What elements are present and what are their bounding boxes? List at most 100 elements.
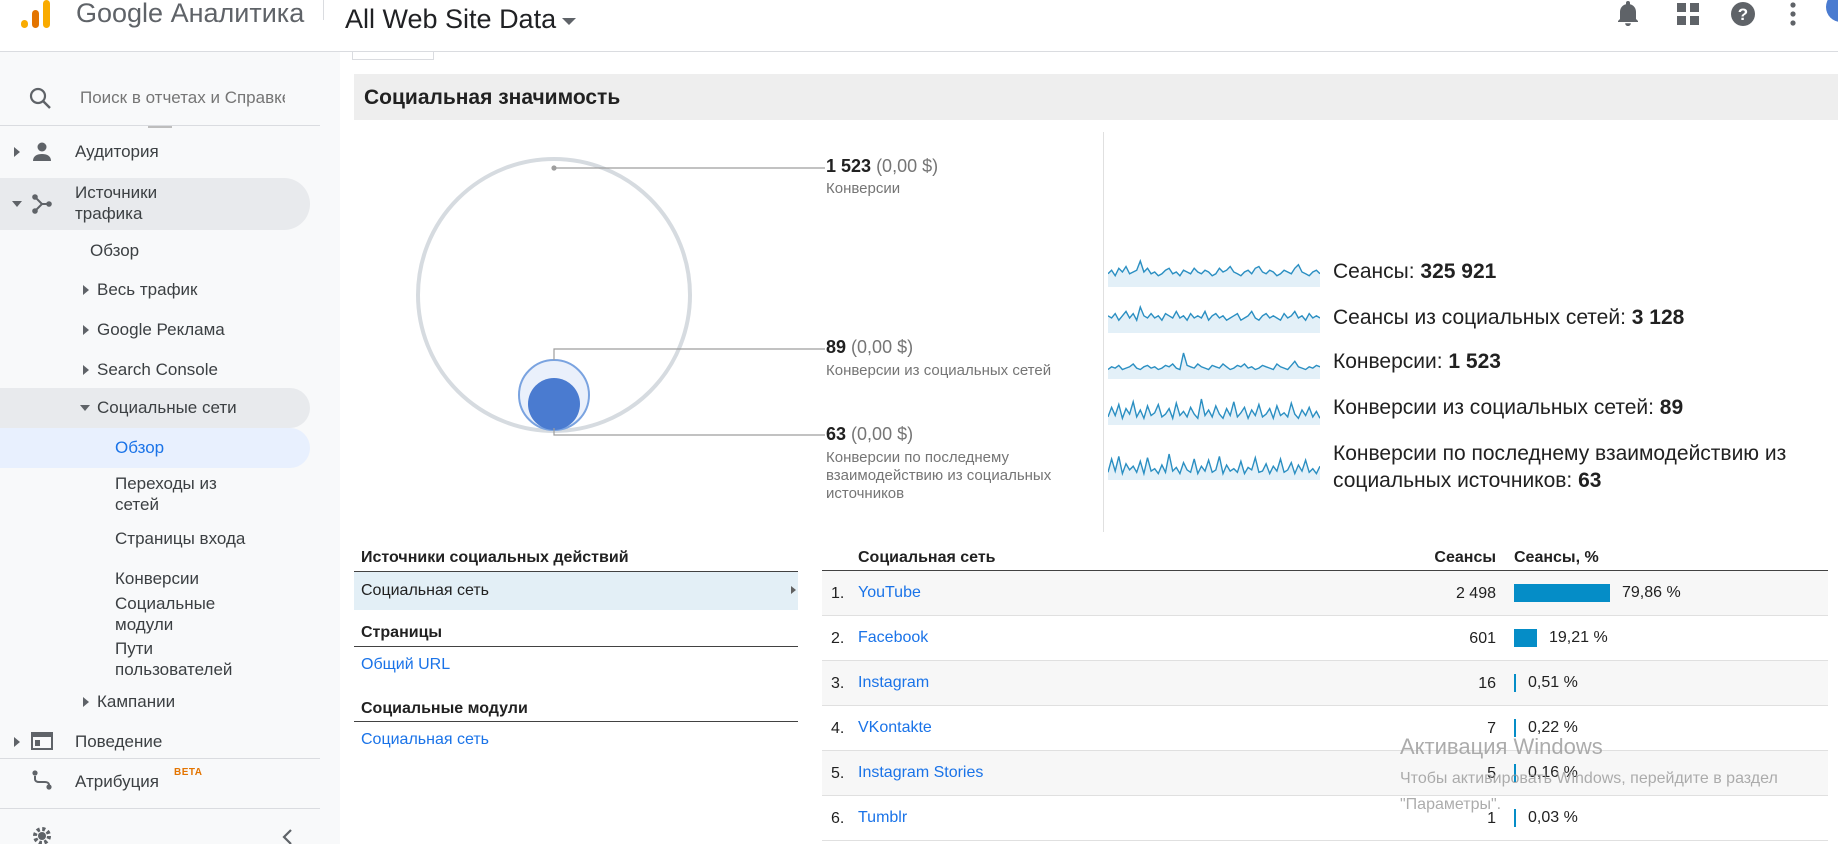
chevron-right-icon — [83, 325, 89, 335]
row-network-link[interactable]: Instagram Stories — [858, 764, 983, 782]
row-index: 3. — [831, 675, 845, 692]
row-share-bar — [1514, 584, 1610, 602]
account-name: All Web Site Data — [345, 4, 557, 34]
nav-behavior[interactable]: Поведение — [0, 727, 310, 757]
section-title-bar: Социальная значимость — [354, 74, 1838, 120]
chevron-right-icon — [791, 586, 796, 594]
gear-icon[interactable] — [30, 824, 54, 844]
last-conversions-label: Конверсии по последнему взаимодействию и… — [826, 449, 1052, 502]
nav-behavior-label: Поведение — [75, 732, 163, 751]
search-input[interactable] — [80, 84, 285, 112]
nav-audience[interactable]: Аудитория — [0, 136, 310, 168]
nav-audience-label: Аудитория — [75, 142, 159, 161]
nav-social[interactable]: Социальные сети — [0, 388, 310, 428]
nav-social-overview-label: Обзор — [115, 438, 165, 457]
nav-user-flow[interactable]: Пути пользователей — [0, 637, 310, 683]
nav-all-traffic[interactable]: Весь трафик — [0, 275, 310, 305]
report-plugins-network[interactable]: Социальная сеть — [361, 731, 489, 749]
avatar[interactable] — [1826, 0, 1838, 22]
plugins-heading: Социальные модули — [361, 700, 528, 717]
row-sessions: 2 498 — [1455, 585, 1496, 602]
search-row — [0, 72, 340, 122]
row-index: 5. — [831, 765, 845, 782]
help-icon[interactable]: ? — [1728, 0, 1758, 28]
total-conversions-value: 1 523 (0,00 $) — [826, 156, 938, 177]
panel-divider — [354, 721, 798, 722]
beta-badge: BETA — [174, 767, 203, 778]
social-conversions-label: Конверсии из социальных сетей — [826, 362, 1052, 379]
nav-attribution-label: Атрибуция — [75, 772, 160, 791]
nav-social-overview[interactable]: Обзор — [0, 428, 310, 468]
sparkline-4 — [1108, 453, 1320, 480]
nav-plugins-label: Социальные модули — [115, 594, 216, 634]
nav-acq-overview-label: Обзор — [90, 241, 140, 260]
row-network-link[interactable]: Tumblr — [858, 809, 907, 827]
sparkline-label-text: Сеансы из социальных сетей: — [1333, 306, 1632, 329]
report-social-network[interactable]: Социальная сеть — [354, 572, 798, 610]
nav-acquisition[interactable]: Источники трафика — [0, 178, 310, 230]
nav-plugins[interactable]: Социальные модули — [0, 592, 310, 638]
chevron-down-icon — [80, 405, 90, 411]
row-sessions: 16 — [1478, 675, 1496, 692]
more-vert-icon[interactable] — [1778, 0, 1808, 28]
row-network-link[interactable]: VKontakte — [858, 719, 932, 737]
tab-stub[interactable] — [352, 52, 434, 60]
row-index: 2. — [831, 630, 845, 647]
person-icon — [33, 142, 51, 161]
social-conversions-value: 89 (0,00 $) — [826, 337, 913, 358]
row-network-link[interactable]: YouTube — [858, 584, 921, 602]
sparkline-3 — [1108, 398, 1320, 425]
chevron-down-icon — [12, 201, 22, 207]
row-share-pct: 79,86 % — [1622, 584, 1681, 601]
sparkline-0 — [1108, 258, 1320, 287]
total-conversions-money: (0,00 $) — [876, 156, 939, 176]
nav-landing-pages-label: Страницы входа — [115, 529, 246, 548]
nav-acquisition-label: Источники трафика — [75, 183, 158, 223]
th-network[interactable]: Социальная сеть — [858, 549, 996, 567]
nav-conversions-label: Конверсии — [115, 569, 199, 588]
vertical-divider — [1103, 132, 1104, 532]
th-sessions-pct[interactable]: Сеансы, % — [1514, 549, 1599, 567]
windows-activation-title: Активация Windows — [1400, 734, 1603, 759]
sidebar-divider — [0, 758, 320, 759]
nav-attribution[interactable]: Атрибуция BETA — [0, 764, 310, 798]
nav-conversions[interactable]: Конверсии — [0, 564, 310, 594]
apps-grid-icon[interactable] — [1673, 0, 1703, 28]
sparkline-label-4: Конверсии по последнему взаимодействию и… — [1333, 440, 1823, 494]
account-selector[interactable]: All Web Site Data — [345, 4, 577, 35]
table-row: 4. VKontakte 7 0,22 % — [822, 706, 1828, 751]
collapse-chevron-icon[interactable] — [280, 828, 294, 844]
nav-google-ads[interactable]: Google Реклама — [0, 315, 310, 345]
nav-network-referrals[interactable]: Переходы из сетей — [0, 469, 310, 515]
nav-search-console[interactable]: Search Console — [0, 355, 310, 385]
scroll-indicator — [148, 126, 172, 128]
sparkline-label-text: Конверсии: — [1333, 350, 1449, 373]
nav-search-console-label: Search Console — [97, 360, 218, 379]
total-conversions-number: 1 523 — [826, 156, 872, 176]
search-icon — [29, 87, 51, 109]
th-sessions[interactable]: Сеансы — [1382, 549, 1496, 567]
report-social-network-label: Социальная сеть — [361, 582, 489, 599]
main-content: Социальная значимость 1 523 (0,00 $) Кон… — [340, 52, 1838, 844]
bell-icon[interactable] — [1613, 0, 1643, 28]
acquisition-icon — [32, 194, 52, 214]
caret-down-icon — [562, 18, 577, 25]
row-share-pct: 19,21 % — [1549, 629, 1608, 646]
row-share-bar — [1514, 674, 1516, 692]
chevron-right-icon — [83, 697, 89, 707]
social-actions-heading: Источники социальных действий — [361, 549, 629, 566]
row-network-link[interactable]: Facebook — [858, 629, 928, 647]
svg-text:?: ? — [1738, 5, 1748, 24]
nav-acq-overview[interactable]: Обзор — [0, 236, 310, 266]
nav-campaigns-label: Кампании — [97, 692, 176, 711]
analytics-logo — [21, 0, 50, 28]
row-network-link[interactable]: Instagram — [858, 674, 929, 692]
last-leader-line — [553, 428, 825, 436]
report-shared-url[interactable]: Общий URL — [361, 656, 450, 674]
nav-network-referrals-label: Переходы из сетей — [115, 474, 217, 514]
windows-activation-subtitle: Чтобы активировать Windows, перейдите в … — [1400, 770, 1778, 813]
table-row: 2. Facebook 601 19,21 % — [822, 616, 1828, 661]
table-row: 3. Instagram 16 0,51 % — [822, 661, 1828, 706]
nav-landing-pages[interactable]: Страницы входа — [0, 524, 310, 554]
nav-campaigns[interactable]: Кампании — [0, 687, 310, 717]
